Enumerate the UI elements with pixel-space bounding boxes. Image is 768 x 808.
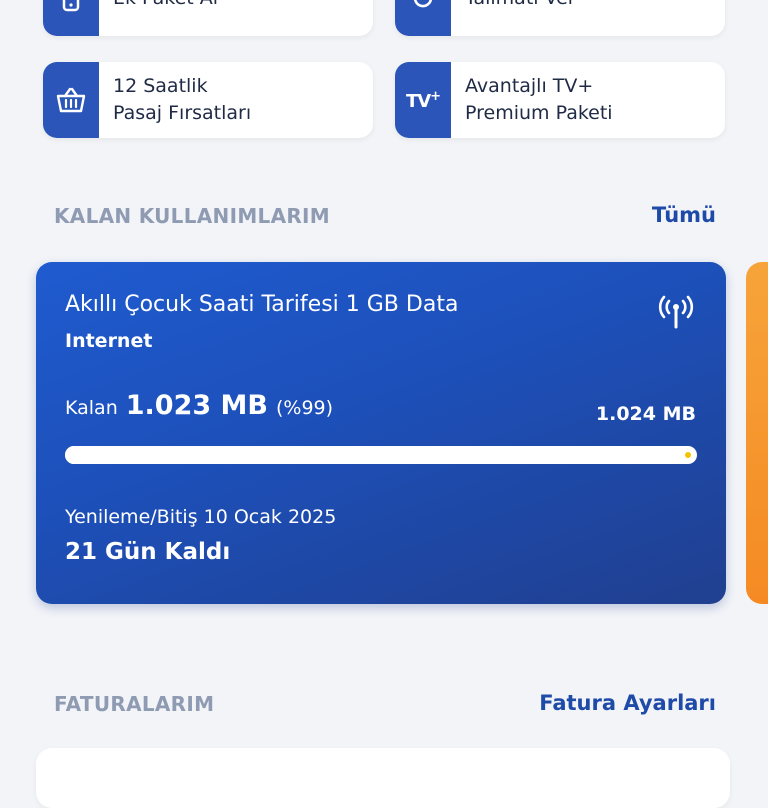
bill-card[interactable]: [36, 748, 730, 808]
next-usage-card[interactable]: [746, 262, 768, 604]
remaining-value: 1.023 MB: [125, 390, 268, 421]
remaining-percent: (%99): [276, 397, 334, 419]
usage-progress-bar: [65, 446, 697, 464]
usage-see-all-link[interactable]: Tümü: [652, 203, 716, 227]
ek-paket-al-button[interactable]: Ek Paket Al: [43, 0, 373, 36]
talimat-ver-label: Talimatı Ver: [451, 0, 576, 12]
usage-section-title: KALAN KULLANIMLARIM: [54, 204, 331, 228]
total-quota: 1.024 MB: [595, 403, 696, 425]
plan-name: Akıllı Çocuk Saati Tarifesi 1 GB Data: [65, 292, 459, 317]
ek-paket-al-label: Ek Paket Al: [99, 0, 218, 12]
plan-type: Internet: [65, 330, 153, 352]
days-left: 21 Gün Kaldı: [65, 539, 231, 565]
basket-icon: [43, 62, 99, 138]
progress-end-marker: [685, 452, 691, 458]
tvplus-icon: TV+: [395, 62, 451, 138]
tvplus-premium-label: Avantajlı TV+ Premium Paketi: [465, 75, 613, 124]
bills-section-title: FATURALARIM: [54, 692, 215, 716]
tvplus-premium-button[interactable]: TV+ Avantajlı TV+ Premium Paketi: [395, 62, 725, 138]
pasaj-firsatlari-label: 12 Saatlik Pasaj Fırsatları: [113, 75, 252, 124]
bill-settings-link[interactable]: Fatura Ayarları: [539, 691, 716, 715]
usage-progress-fill: [65, 446, 691, 464]
refresh-icon: [395, 0, 451, 36]
antenna-icon: [656, 292, 696, 336]
pasaj-firsatlari-button[interactable]: 12 Saatlik Pasaj Fırsatları: [43, 62, 373, 138]
usage-card[interactable]: Akıllı Çocuk Saati Tarifesi 1 GB Data In…: [36, 262, 726, 604]
remaining-label: Kalan: [65, 397, 118, 419]
talimat-ver-button[interactable]: Talimatı Ver: [395, 0, 725, 36]
renewal-date: Yenileme/Bitiş 10 Ocak 2025: [65, 506, 337, 528]
remaining-line: Kalan 1.023 MB (%99): [65, 390, 333, 421]
phone-plus-icon: [43, 0, 99, 36]
